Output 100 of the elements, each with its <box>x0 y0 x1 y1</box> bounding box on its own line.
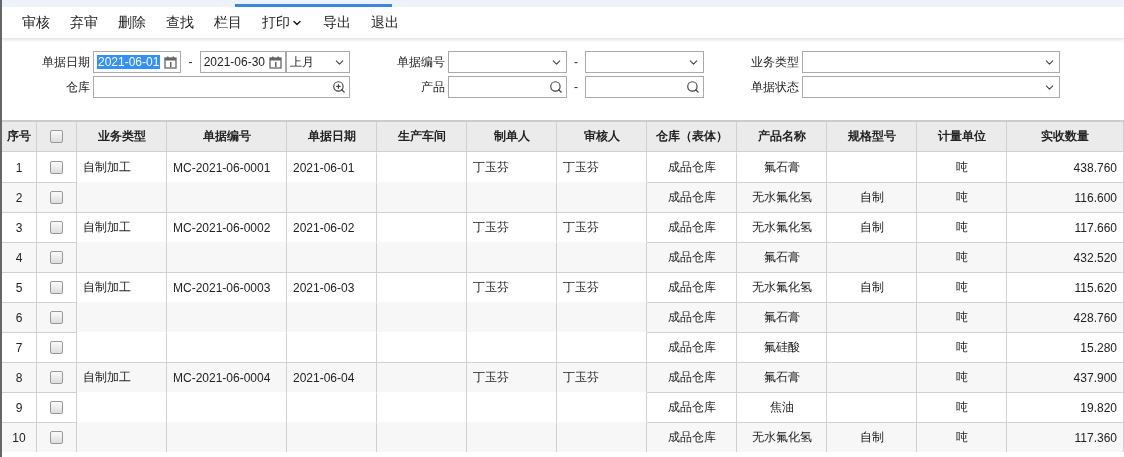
filter-label: 业务类型 <box>750 53 799 71</box>
column-header[interactable]: 审核人 <box>557 122 647 152</box>
row-number-cell: 8 <box>2 362 37 392</box>
row-checkbox[interactable] <box>50 341 63 354</box>
filter-label: 仓库 <box>65 78 90 96</box>
column-header[interactable]: 生产车间 <box>377 122 467 152</box>
search-icon[interactable] <box>548 80 563 94</box>
column-header[interactable]: 规格型号 <box>827 122 917 152</box>
toolbar-button[interactable]: 查找 <box>156 9 204 36</box>
select-all-checkbox[interactable] <box>50 130 63 143</box>
warehouse-cell: 成品仓库 <box>647 242 737 272</box>
row-checkbox[interactable] <box>50 161 63 174</box>
date-field[interactable]: 2021-06-30 <box>199 51 286 73</box>
maker-cell: 丁玉芬 <box>467 212 557 242</box>
toolbar-button[interactable]: 弃审 <box>60 9 108 36</box>
row-checkbox[interactable] <box>50 251 63 264</box>
quantity-cell: 19.820 <box>1007 392 1124 422</box>
toolbar-button[interactable]: 导出 <box>313 9 361 36</box>
toolbar-button[interactable]: 栏目 <box>204 9 252 36</box>
row-number-cell: 10 <box>2 422 37 452</box>
unit-cell: 吨 <box>917 182 1007 212</box>
row-number-cell: 4 <box>2 242 37 272</box>
spec-cell: 自制 <box>827 422 917 452</box>
product-name-cell: 无水氟化氢 <box>737 182 827 212</box>
column-header[interactable]: 计量单位 <box>917 122 1007 152</box>
business-type-cell: 自制加工 <box>77 212 167 242</box>
document-date-cell: 2021-06-04 <box>287 362 377 392</box>
select-field[interactable] <box>802 76 1060 98</box>
period-select[interactable]: 上月 <box>285 51 350 73</box>
row-number-cell: 9 <box>2 392 37 422</box>
warehouse-cell: 成品仓库 <box>647 362 737 392</box>
unit-cell: 吨 <box>917 392 1007 422</box>
row-number-cell: 7 <box>2 332 37 362</box>
row-checkbox[interactable] <box>50 371 63 384</box>
column-header[interactable]: 单据日期 <box>287 122 377 152</box>
calendar-icon[interactable] <box>268 55 282 69</box>
reviewer-cell: 丁玉芬 <box>557 272 647 302</box>
search-field[interactable] <box>448 76 567 98</box>
column-header[interactable]: 序号 <box>2 122 37 152</box>
unit-cell: 吨 <box>917 212 1007 242</box>
quantity-cell: 428.760 <box>1007 302 1124 332</box>
column-header[interactable]: 单据编号 <box>167 122 287 152</box>
maker-cell: 丁玉芬 <box>467 362 557 392</box>
search-field[interactable] <box>585 76 704 98</box>
product-name-cell: 无水氟化氢 <box>737 212 827 242</box>
row-number-cell: 6 <box>2 302 37 332</box>
unit-cell: 吨 <box>917 422 1007 452</box>
document-date-cell: 2021-06-02 <box>287 212 377 242</box>
unit-cell: 吨 <box>917 332 1007 362</box>
toolbar-button[interactable]: 退出 <box>361 9 409 36</box>
quantity-cell: 432.520 <box>1007 242 1124 272</box>
row-checkbox[interactable] <box>50 311 63 324</box>
column-header[interactable]: 产品名称 <box>737 122 827 152</box>
filter-label: 单据编号 <box>396 53 445 71</box>
warehouse-cell: 成品仓库 <box>647 272 737 302</box>
column-header[interactable]: 仓库（表体） <box>647 122 737 152</box>
product-name-cell: 氟石膏 <box>737 302 827 332</box>
warehouse-cell: 成品仓库 <box>647 182 737 212</box>
select-field[interactable] <box>448 51 567 73</box>
warehouse-cell: 成品仓库 <box>647 212 737 242</box>
row-checkbox[interactable] <box>50 401 63 414</box>
quantity-cell: 15.280 <box>1007 332 1124 362</box>
row-number-cell: 5 <box>2 272 37 302</box>
row-checkbox[interactable] <box>50 221 63 234</box>
select-field[interactable] <box>585 51 704 73</box>
search-field[interactable] <box>93 76 350 98</box>
row-checkbox[interactable] <box>50 431 63 444</box>
business-type-cell: 自制加工 <box>77 362 167 392</box>
product-name-cell: 无水氟化氢 <box>737 422 827 452</box>
toolbar-button[interactable]: 打印 <box>252 9 313 36</box>
calendar-icon[interactable] <box>164 55 178 69</box>
quantity-cell: 437.900 <box>1007 362 1124 392</box>
column-header[interactable]: 制单人 <box>467 122 557 152</box>
range-dash: - <box>187 55 194 69</box>
product-name-cell: 氟石膏 <box>737 242 827 272</box>
warehouse-cell: 成品仓库 <box>647 422 737 452</box>
unit-cell: 吨 <box>917 302 1007 332</box>
search-icon[interactable] <box>332 80 346 94</box>
toolbar-button[interactable]: 删除 <box>108 9 156 36</box>
filter-label: 产品 <box>420 78 445 96</box>
select-field[interactable] <box>802 51 1060 73</box>
reviewer-cell: 丁玉芬 <box>557 212 647 242</box>
business-type-cell: 自制加工 <box>77 272 167 302</box>
row-checkbox[interactable] <box>50 281 63 294</box>
product-name-cell: 氟硅酸 <box>737 332 827 362</box>
unit-cell: 吨 <box>917 362 1007 392</box>
row-number-cell: 3 <box>2 212 37 242</box>
warehouse-cell: 成品仓库 <box>647 392 737 422</box>
toolbar-button[interactable]: 审核 <box>12 9 60 36</box>
reviewer-cell: 丁玉芬 <box>557 362 647 392</box>
unit-cell: 吨 <box>917 272 1007 302</box>
column-header[interactable]: 实收数量 <box>1007 122 1124 152</box>
quantity-cell: 117.360 <box>1007 422 1124 452</box>
spec-cell: 自制 <box>827 212 917 242</box>
row-checkbox[interactable] <box>50 191 63 204</box>
document-date-cell: 2021-06-03 <box>287 272 377 302</box>
search-icon[interactable] <box>686 80 700 94</box>
filter-label: 单据状态 <box>750 78 799 96</box>
column-header[interactable]: 业务类型 <box>77 122 167 152</box>
product-name-cell: 焦油 <box>737 392 827 422</box>
